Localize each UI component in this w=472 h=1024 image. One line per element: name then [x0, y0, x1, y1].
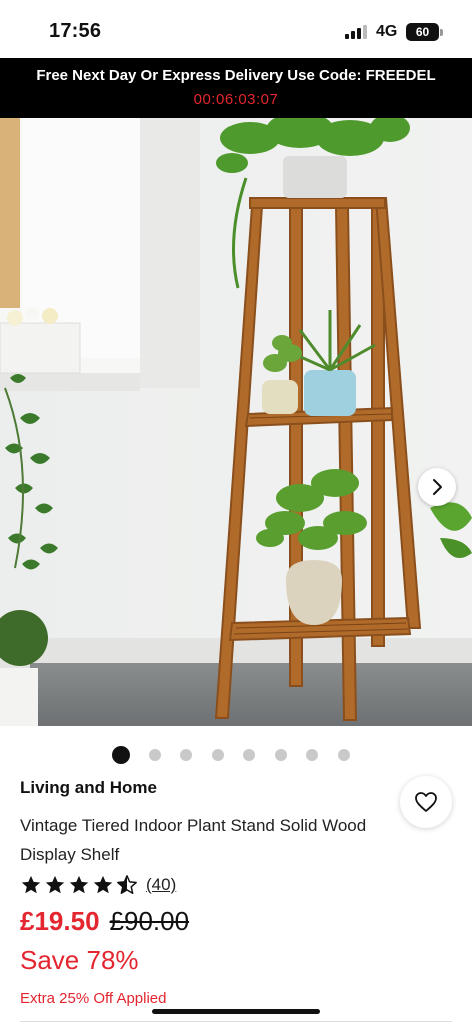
- star-filled-icon: [45, 875, 65, 894]
- network-type: 4G: [376, 23, 398, 40]
- rating[interactable]: (40): [20, 873, 176, 897]
- brand-link[interactable]: Living and Home: [20, 778, 157, 798]
- carousel-dot-active[interactable]: [112, 746, 130, 764]
- status-time: 17:56: [49, 20, 102, 42]
- carousel-dot[interactable]: [149, 749, 161, 761]
- promo-text: Free Next Day Or Express Delivery Use Co…: [36, 67, 436, 84]
- price-row: £19.50 £90.00: [20, 906, 189, 937]
- carousel-dot[interactable]: [180, 749, 192, 761]
- current-price: £19.50: [20, 906, 100, 936]
- star-filled-icon: [21, 875, 41, 894]
- carousel-dot[interactable]: [243, 749, 255, 761]
- carousel-dot[interactable]: [306, 749, 318, 761]
- battery-icon: 60: [406, 23, 439, 41]
- carousel-dot[interactable]: [338, 749, 350, 761]
- star-filled-icon: [93, 875, 113, 894]
- home-indicator[interactable]: [152, 1009, 320, 1014]
- carousel-dot[interactable]: [275, 749, 287, 761]
- carousel-dot[interactable]: [212, 749, 224, 761]
- savings-label: Save 78%: [20, 945, 139, 975]
- review-count-link[interactable]: (40): [146, 875, 176, 895]
- status-bar: 17:56 4G 60: [0, 0, 472, 58]
- chevron-right-icon: [433, 479, 442, 495]
- was-price: £90.00: [109, 906, 190, 936]
- heart-icon: [415, 792, 437, 812]
- signal-icon: [345, 25, 369, 39]
- wishlist-button[interactable]: [400, 776, 452, 828]
- star-filled-icon: [69, 875, 89, 894]
- next-image-button[interactable]: [418, 468, 456, 506]
- extra-offer-label: Extra 25% Off Applied: [20, 990, 167, 1007]
- battery-cap: [440, 29, 443, 36]
- star-half-icon: [117, 875, 137, 894]
- promo-banner[interactable]: Free Next Day Or Express Delivery Use Co…: [0, 58, 472, 118]
- carousel-dots: [112, 746, 362, 764]
- promo-countdown: 00:06:03:07: [193, 91, 279, 108]
- divider: [20, 1021, 452, 1022]
- product-image[interactable]: [0, 118, 472, 726]
- product-title: Vintage Tiered Indoor Plant Stand Solid …: [20, 816, 367, 864]
- rating-stars: [20, 874, 140, 896]
